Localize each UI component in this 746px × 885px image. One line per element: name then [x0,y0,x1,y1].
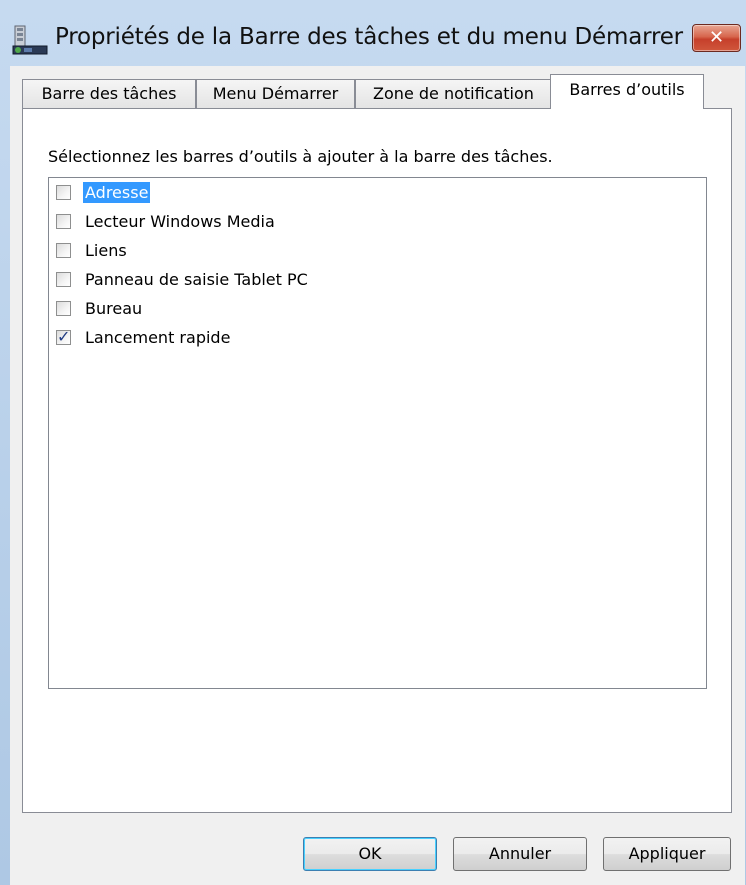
item-label: Bureau [85,298,143,318]
tab-toolbars[interactable]: Barres d’outils [550,74,704,109]
dialog-window: Propriétés de la Barre des tâches et du … [0,0,746,885]
list-item-bureau[interactable]: Bureau [56,294,144,322]
instruction-text: Sélectionnez les barres d’outils à ajout… [48,147,553,166]
checkbox-bureau[interactable] [56,300,71,316]
item-label: Lancement rapide [85,327,231,347]
checkbox-liens[interactable] [56,242,71,258]
tab-taskbar[interactable]: Barre des tâches [22,79,196,108]
window-title: Propriétés de la Barre des tâches et du … [55,24,683,50]
checkmark-icon: ✓ [57,326,71,346]
title-bar[interactable]: Propriétés de la Barre des tâches et du … [0,0,746,66]
checkbox-tablet-pc[interactable] [56,271,71,287]
item-label: Panneau de saisie Tablet PC [85,269,308,289]
tab-strip: Barre des tâches Menu Démarrer Zone de n… [22,74,732,109]
list-item-liens[interactable]: Liens [56,236,129,264]
taskbar-properties-icon [12,24,48,56]
checkbox-lecteur-windows-media[interactable] [56,213,71,229]
apply-button[interactable]: Appliquer [603,837,731,871]
list-item-lecteur-windows-media[interactable]: Lecteur Windows Media [56,207,277,235]
cancel-button[interactable]: Annuler [453,837,587,871]
item-label: Adresse [83,181,151,203]
tab-notification-area[interactable]: Zone de notification [355,79,552,108]
item-label: Liens [85,240,127,260]
checkbox-lancement-rapide[interactable]: ✓ [56,326,71,346]
toolbars-tab-panel: Sélectionnez les barres d’outils à ajout… [22,108,732,813]
checkbox-adresse[interactable] [56,184,71,200]
dialog-body: Barre des tâches Menu Démarrer Zone de n… [10,66,745,885]
item-label: Lecteur Windows Media [85,211,275,231]
toolbar-list[interactable]: Adresse Lecteur Windows Media Liens Pann… [48,177,707,689]
ok-button[interactable]: OK [303,837,437,871]
close-button[interactable]: ✕ [692,24,741,52]
list-item-lancement-rapide[interactable]: ✓ Lancement rapide [56,323,232,351]
list-item-tablet-pc[interactable]: Panneau de saisie Tablet PC [56,265,310,293]
list-item-adresse[interactable]: Adresse [56,178,151,206]
tab-start-menu[interactable]: Menu Démarrer [196,79,355,108]
